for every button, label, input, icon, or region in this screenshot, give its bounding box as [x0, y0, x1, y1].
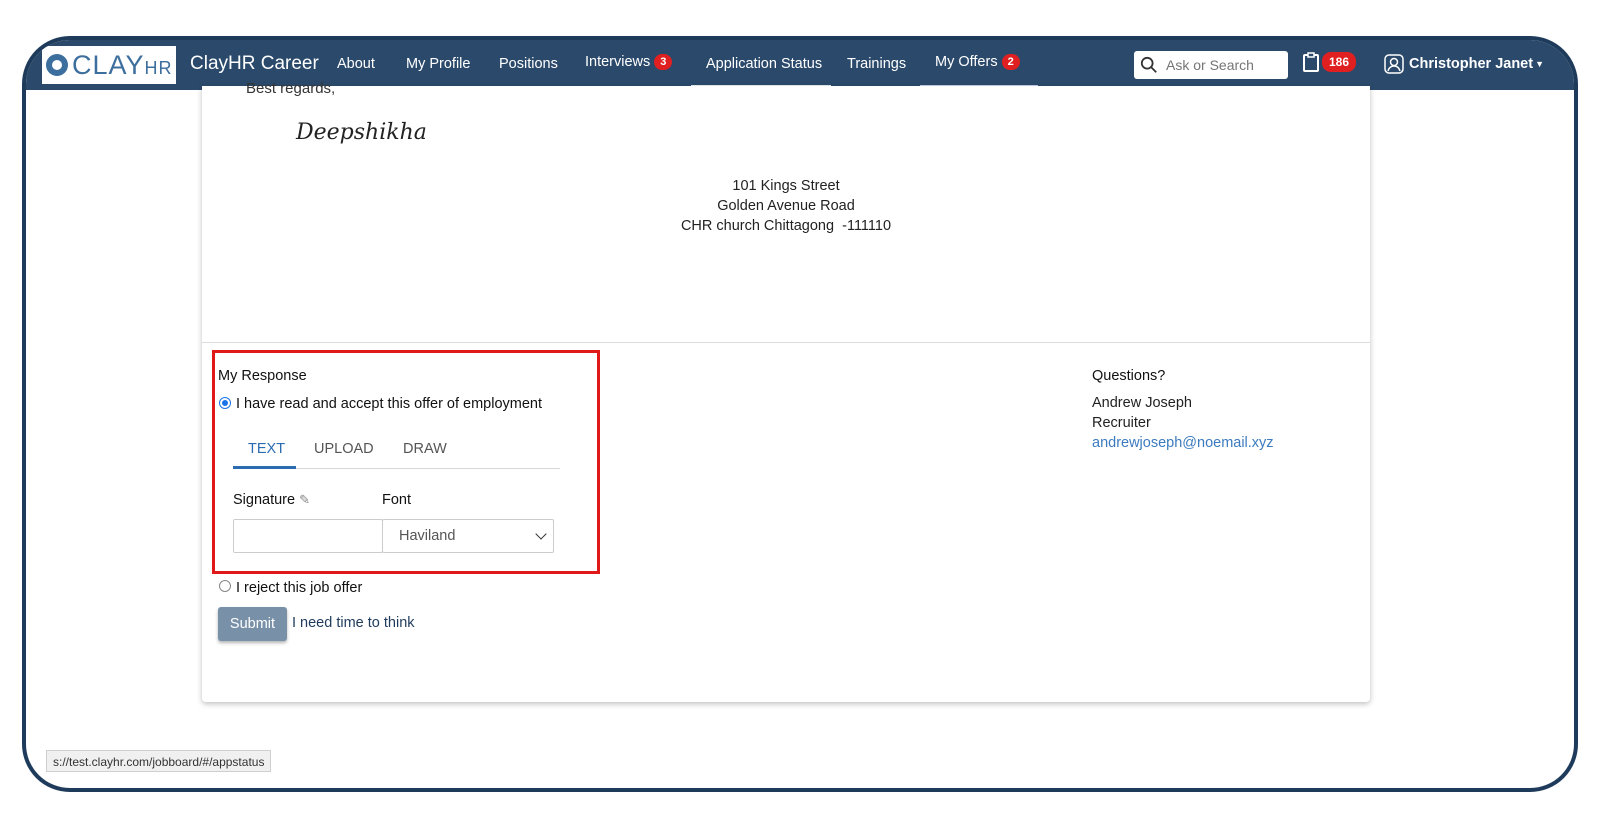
nav-my-profile[interactable]: My Profile — [406, 56, 470, 72]
pencil-icon: ✎ — [299, 492, 310, 507]
tab-draw[interactable]: DRAW — [403, 441, 447, 457]
reject-label[interactable]: I reject this job offer — [236, 580, 362, 596]
font-selected-value: Haviland — [399, 528, 456, 544]
brand-title[interactable]: ClayHR Career — [190, 53, 319, 75]
active-tab-underline — [233, 466, 296, 469]
nav-my-offers[interactable]: My Offers 2 — [935, 54, 1020, 71]
reject-radio[interactable] — [219, 580, 231, 592]
clipboard-icon — [1303, 52, 1319, 72]
chevron-down-icon — [535, 528, 547, 540]
offer-card: Best regards, Deepshikha 101 Kings Stree… — [202, 80, 1370, 702]
logo-text: CLAYHR — [72, 49, 173, 80]
tab-upload[interactable]: UPLOAD — [314, 441, 374, 457]
caret-down-icon: ▼ — [1535, 59, 1545, 69]
font-label: Font — [382, 492, 412, 508]
recruiter-role: Recruiter — [1092, 415, 1151, 431]
user-name: Christopher Janet — [1409, 56, 1534, 72]
search-icon — [1140, 56, 1157, 73]
submit-button[interactable]: Submit — [218, 607, 287, 641]
accept-label[interactable]: I have read and accept this offer of emp… — [236, 396, 542, 412]
nav-interviews[interactable]: Interviews 3 — [585, 54, 673, 71]
signature-input[interactable] — [233, 519, 383, 553]
user-menu[interactable]: Christopher Janet ▼ — [1384, 54, 1544, 74]
signature-label: Signature ✎ — [233, 492, 310, 508]
nav-positions[interactable]: Positions — [499, 56, 558, 72]
user-avatar-icon — [1384, 54, 1404, 74]
notifications-button[interactable]: 186 — [1302, 52, 1357, 72]
interviews-badge: 3 — [654, 54, 673, 71]
clayhr-logo[interactable]: CLAYHR — [42, 46, 176, 84]
nav-about[interactable]: About — [337, 56, 375, 72]
logo-mark-icon — [46, 54, 68, 76]
offers-badge: 2 — [1001, 54, 1020, 71]
search-box[interactable] — [1134, 51, 1288, 79]
search-input[interactable] — [1166, 57, 1276, 73]
need-time-link[interactable]: I need time to think — [292, 615, 415, 631]
accept-radio[interactable] — [219, 397, 231, 409]
nav-application-status[interactable]: Application Status — [706, 56, 822, 72]
closing-text: Best regards, — [246, 80, 336, 97]
font-select[interactable]: Haviland — [382, 519, 554, 553]
company-address: 101 Kings Street Golden Avenue Road CHR … — [202, 176, 1370, 236]
app-frame: CLAYHR ClayHR Career About My Profile Po… — [22, 36, 1578, 792]
address-line-2: Golden Avenue Road — [717, 198, 855, 214]
address-line-1: 101 Kings Street — [732, 178, 840, 194]
signature-image: Deepshikha — [296, 120, 427, 145]
tab-text[interactable]: TEXT — [248, 441, 285, 457]
my-response-title: My Response — [218, 368, 307, 384]
address-line-3: CHR church Chittagong -111110 — [680, 218, 892, 234]
browser-status-url: s://test.clayhr.com/jobboard/#/appstatus — [46, 750, 272, 772]
nav-trainings[interactable]: Trainings — [847, 56, 906, 72]
recruiter-email-link[interactable]: andrewjoseph@noemail.xyz — [1092, 435, 1274, 451]
section-divider — [202, 342, 1370, 343]
notifications-badge: 186 — [1322, 52, 1357, 72]
questions-title: Questions? — [1092, 368, 1166, 384]
recruiter-name: Andrew Joseph — [1092, 395, 1192, 411]
